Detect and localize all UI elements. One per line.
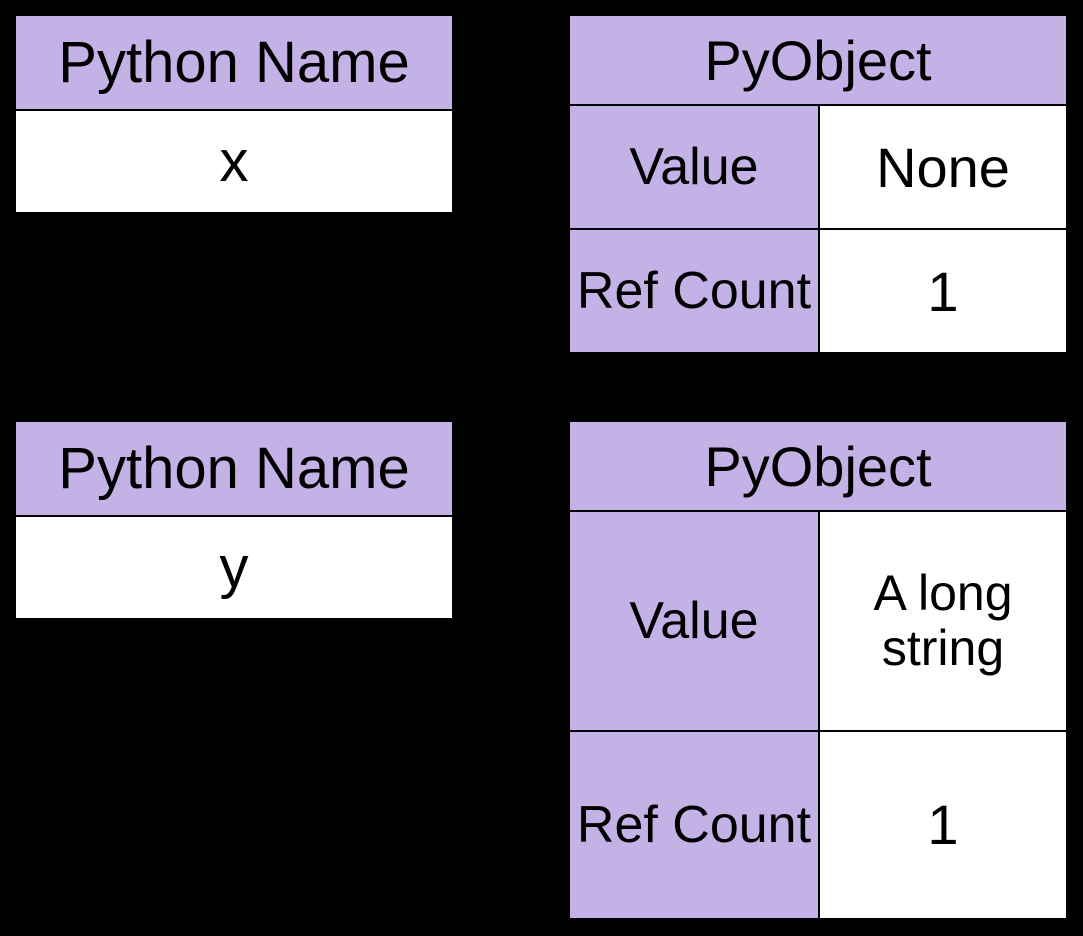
python-name-value-text: x	[220, 128, 249, 195]
python-name-value: x	[16, 111, 452, 212]
pyobject-refcount-value: 1	[820, 230, 1066, 352]
pyobject-refcount-label: Ref Count	[570, 230, 820, 352]
pyobject-header-text: PyObject	[704, 28, 931, 93]
pyobject-refcount-label-text: Ref Count	[577, 798, 811, 853]
pyobject-value-row: Value A long string	[570, 512, 1066, 732]
pyobject-box-1: PyObject Value None Ref Count 1	[568, 14, 1068, 354]
pyobject-box-2: PyObject Value A long string Ref Count 1	[568, 420, 1068, 920]
pyobject-value-value-text: A long string	[873, 566, 1012, 676]
pyobject-value-row: Value None	[570, 106, 1066, 230]
pyobject-header: PyObject	[570, 422, 1066, 512]
python-name-value-text: y	[220, 534, 249, 601]
python-name-header: Python Name	[16, 422, 452, 517]
pyobject-refcount-row: Ref Count 1	[570, 230, 1066, 352]
pyobject-value-label-text: Value	[629, 140, 758, 195]
python-name-header: Python Name	[16, 16, 452, 111]
pyobject-value-value-text: None	[876, 135, 1010, 200]
python-name-value: y	[16, 517, 452, 618]
python-name-box-x: Python Name x	[14, 14, 454, 214]
pyobject-header-text: PyObject	[704, 434, 931, 499]
pyobject-header: PyObject	[570, 16, 1066, 106]
pyobject-refcount-value: 1	[820, 732, 1066, 918]
pyobject-value-label: Value	[570, 106, 820, 228]
python-name-box-y: Python Name y	[14, 420, 454, 620]
pyobject-refcount-value-text: 1	[927, 794, 958, 856]
pyobject-refcount-row: Ref Count 1	[570, 732, 1066, 918]
pyobject-value-value: None	[820, 106, 1066, 228]
pyobject-refcount-label-text: Ref Count	[577, 264, 811, 319]
pyobject-refcount-label: Ref Count	[570, 732, 820, 918]
python-name-header-text: Python Name	[58, 435, 409, 502]
pyobject-value-label-text: Value	[629, 594, 758, 649]
pyobject-value-value: A long string	[820, 512, 1066, 730]
pyobject-value-label: Value	[570, 512, 820, 730]
python-name-header-text: Python Name	[58, 29, 409, 96]
pyobject-refcount-value-text: 1	[927, 259, 958, 324]
